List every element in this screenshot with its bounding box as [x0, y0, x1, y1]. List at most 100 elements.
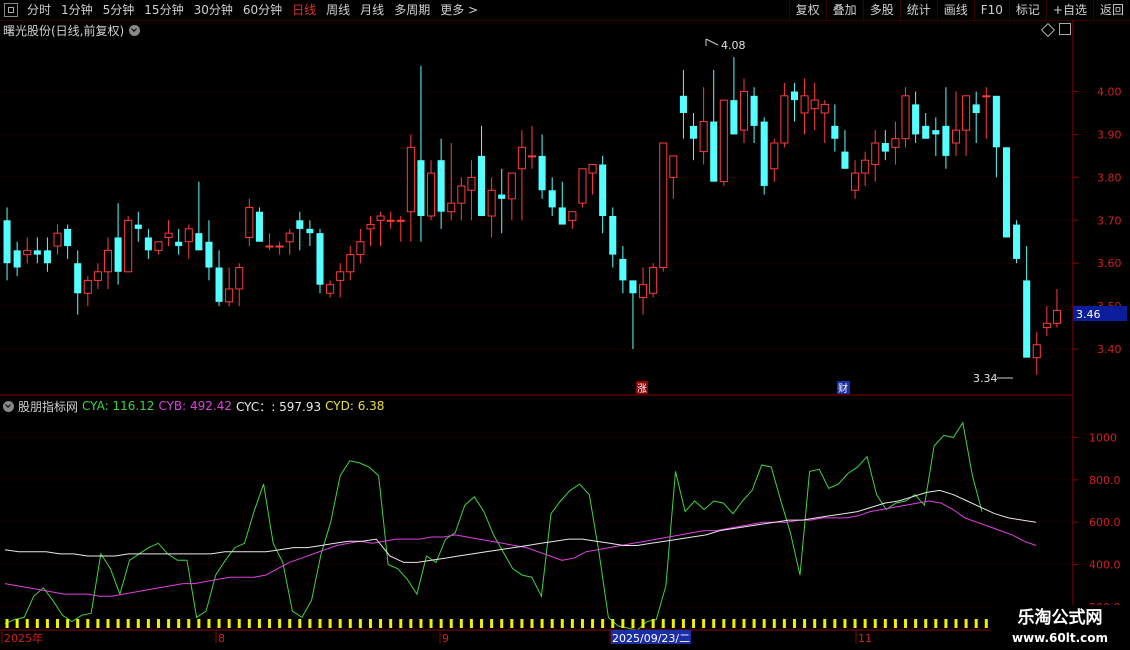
restore-rights-button[interactable]: 复权 [788, 0, 826, 20]
candle [396, 216, 405, 242]
candle-body [861, 159, 870, 174]
price-tick-label: 3.60 [1097, 257, 1122, 270]
window-icon[interactable] [4, 3, 18, 17]
cyd-bar [5, 619, 9, 628]
tab-more[interactable]: 更多 > [435, 0, 483, 20]
tab-daily[interactable]: 日线 [287, 0, 321, 20]
tab-5min[interactable]: 5分钟 [98, 0, 140, 20]
candle [719, 99, 728, 186]
candles [3, 57, 1061, 375]
cyd-bar [722, 619, 726, 628]
grid-lines [0, 91, 1073, 608]
cyd-bar [66, 619, 70, 628]
overlay-button[interactable]: 叠加 [825, 0, 863, 20]
current-price-box [1073, 306, 1127, 321]
candle [195, 181, 203, 251]
candle [851, 160, 860, 199]
candle [800, 78, 809, 135]
candle-body [235, 267, 244, 290]
tab-30min[interactable]: 30分钟 [189, 0, 238, 20]
cyd-bar [671, 619, 675, 628]
candle [43, 237, 51, 272]
candle [639, 267, 648, 315]
cyd-bar [490, 619, 494, 628]
cyd-bar [197, 619, 201, 628]
maximize-icon[interactable] [1059, 23, 1071, 35]
candle [275, 241, 284, 255]
candle-body [53, 232, 62, 247]
candle-body [760, 121, 768, 186]
chevron-down-icon[interactable] [3, 400, 14, 412]
stock-chart[interactable]: 4.00 3.90 3.80 3.70 3.60 3.50 3.40 1000 800.0 60… [0, 0, 1130, 650]
draw-line-button[interactable]: 画线 [936, 0, 974, 20]
candle [871, 130, 880, 182]
tab-fenshi[interactable]: 分时 [22, 0, 56, 20]
cyd-bar [732, 619, 736, 628]
tab-60min[interactable]: 60分钟 [238, 0, 287, 20]
candle [447, 143, 456, 221]
candle-body [578, 168, 587, 204]
cyd-bar [106, 619, 110, 628]
cyd-bar [389, 619, 393, 628]
date-highlight [611, 630, 691, 644]
candle [780, 82, 789, 148]
candle [366, 216, 375, 247]
candle-body [124, 219, 133, 273]
chevron-down-icon[interactable] [129, 24, 141, 36]
candle-body [255, 211, 263, 242]
candle [831, 104, 839, 152]
multi-stock-button[interactable]: 多股 [862, 0, 900, 20]
tab-15min[interactable]: 15分钟 [139, 0, 188, 20]
price-tick-label: 3.40 [1097, 343, 1122, 356]
candle-body [386, 219, 395, 222]
candle-body [154, 241, 163, 251]
back-button[interactable]: 返回 [1092, 0, 1130, 20]
candle [346, 246, 355, 281]
candle [93, 263, 102, 289]
cyd-bar [156, 619, 160, 628]
candle-body [629, 280, 637, 294]
diamond-icon[interactable] [1040, 22, 1056, 38]
candle [861, 151, 870, 186]
tab-1min[interactable]: 1分钟 [56, 0, 98, 20]
f10-button[interactable]: F10 [973, 0, 1009, 20]
candle [710, 70, 718, 182]
candle [992, 95, 1000, 178]
cyd-bar [823, 619, 827, 628]
candle [750, 87, 758, 144]
candle [548, 177, 556, 216]
cyd-bar [136, 619, 140, 628]
candle-body [710, 121, 718, 182]
mark-button[interactable]: 标记 [1008, 0, 1046, 20]
candle-body [1023, 280, 1031, 358]
candle-body [326, 284, 335, 294]
candle-body [790, 91, 799, 101]
watermark-title: 乐淘公式网 [1017, 608, 1103, 628]
candle-body [43, 250, 51, 264]
tab-weekly[interactable]: 周线 [321, 0, 355, 20]
statistics-button[interactable]: 统计 [899, 0, 937, 20]
tab-monthly[interactable]: 月线 [355, 0, 389, 20]
candle-body [527, 155, 537, 158]
candle-body [1042, 322, 1051, 329]
candle [527, 125, 537, 169]
candle [417, 65, 425, 242]
period-toolbar: 分时 1分钟 5分钟 15分钟 30分钟 60分钟 日线 周线 月线 多周期 更… [0, 0, 1130, 21]
cyd-bar [560, 619, 564, 628]
indicator-axis: 1000800.0600.0400.0200.0 [1073, 432, 1121, 614]
candle [83, 276, 92, 307]
add-watchlist-button[interactable]: +自选 [1045, 0, 1093, 20]
cyd-bar [308, 619, 312, 628]
cyd-bar [257, 619, 261, 628]
candle-body [144, 237, 152, 251]
candle-body [599, 164, 607, 216]
cyd-bar [944, 619, 948, 628]
current-price-label: 3.46 [1076, 308, 1101, 321]
tab-multi-period[interactable]: 多周期 [389, 0, 435, 20]
candle-body [164, 232, 173, 238]
candle-body [83, 279, 92, 294]
candle [164, 220, 173, 247]
candle [810, 82, 819, 131]
candle-body [265, 245, 274, 248]
candle [932, 117, 940, 156]
